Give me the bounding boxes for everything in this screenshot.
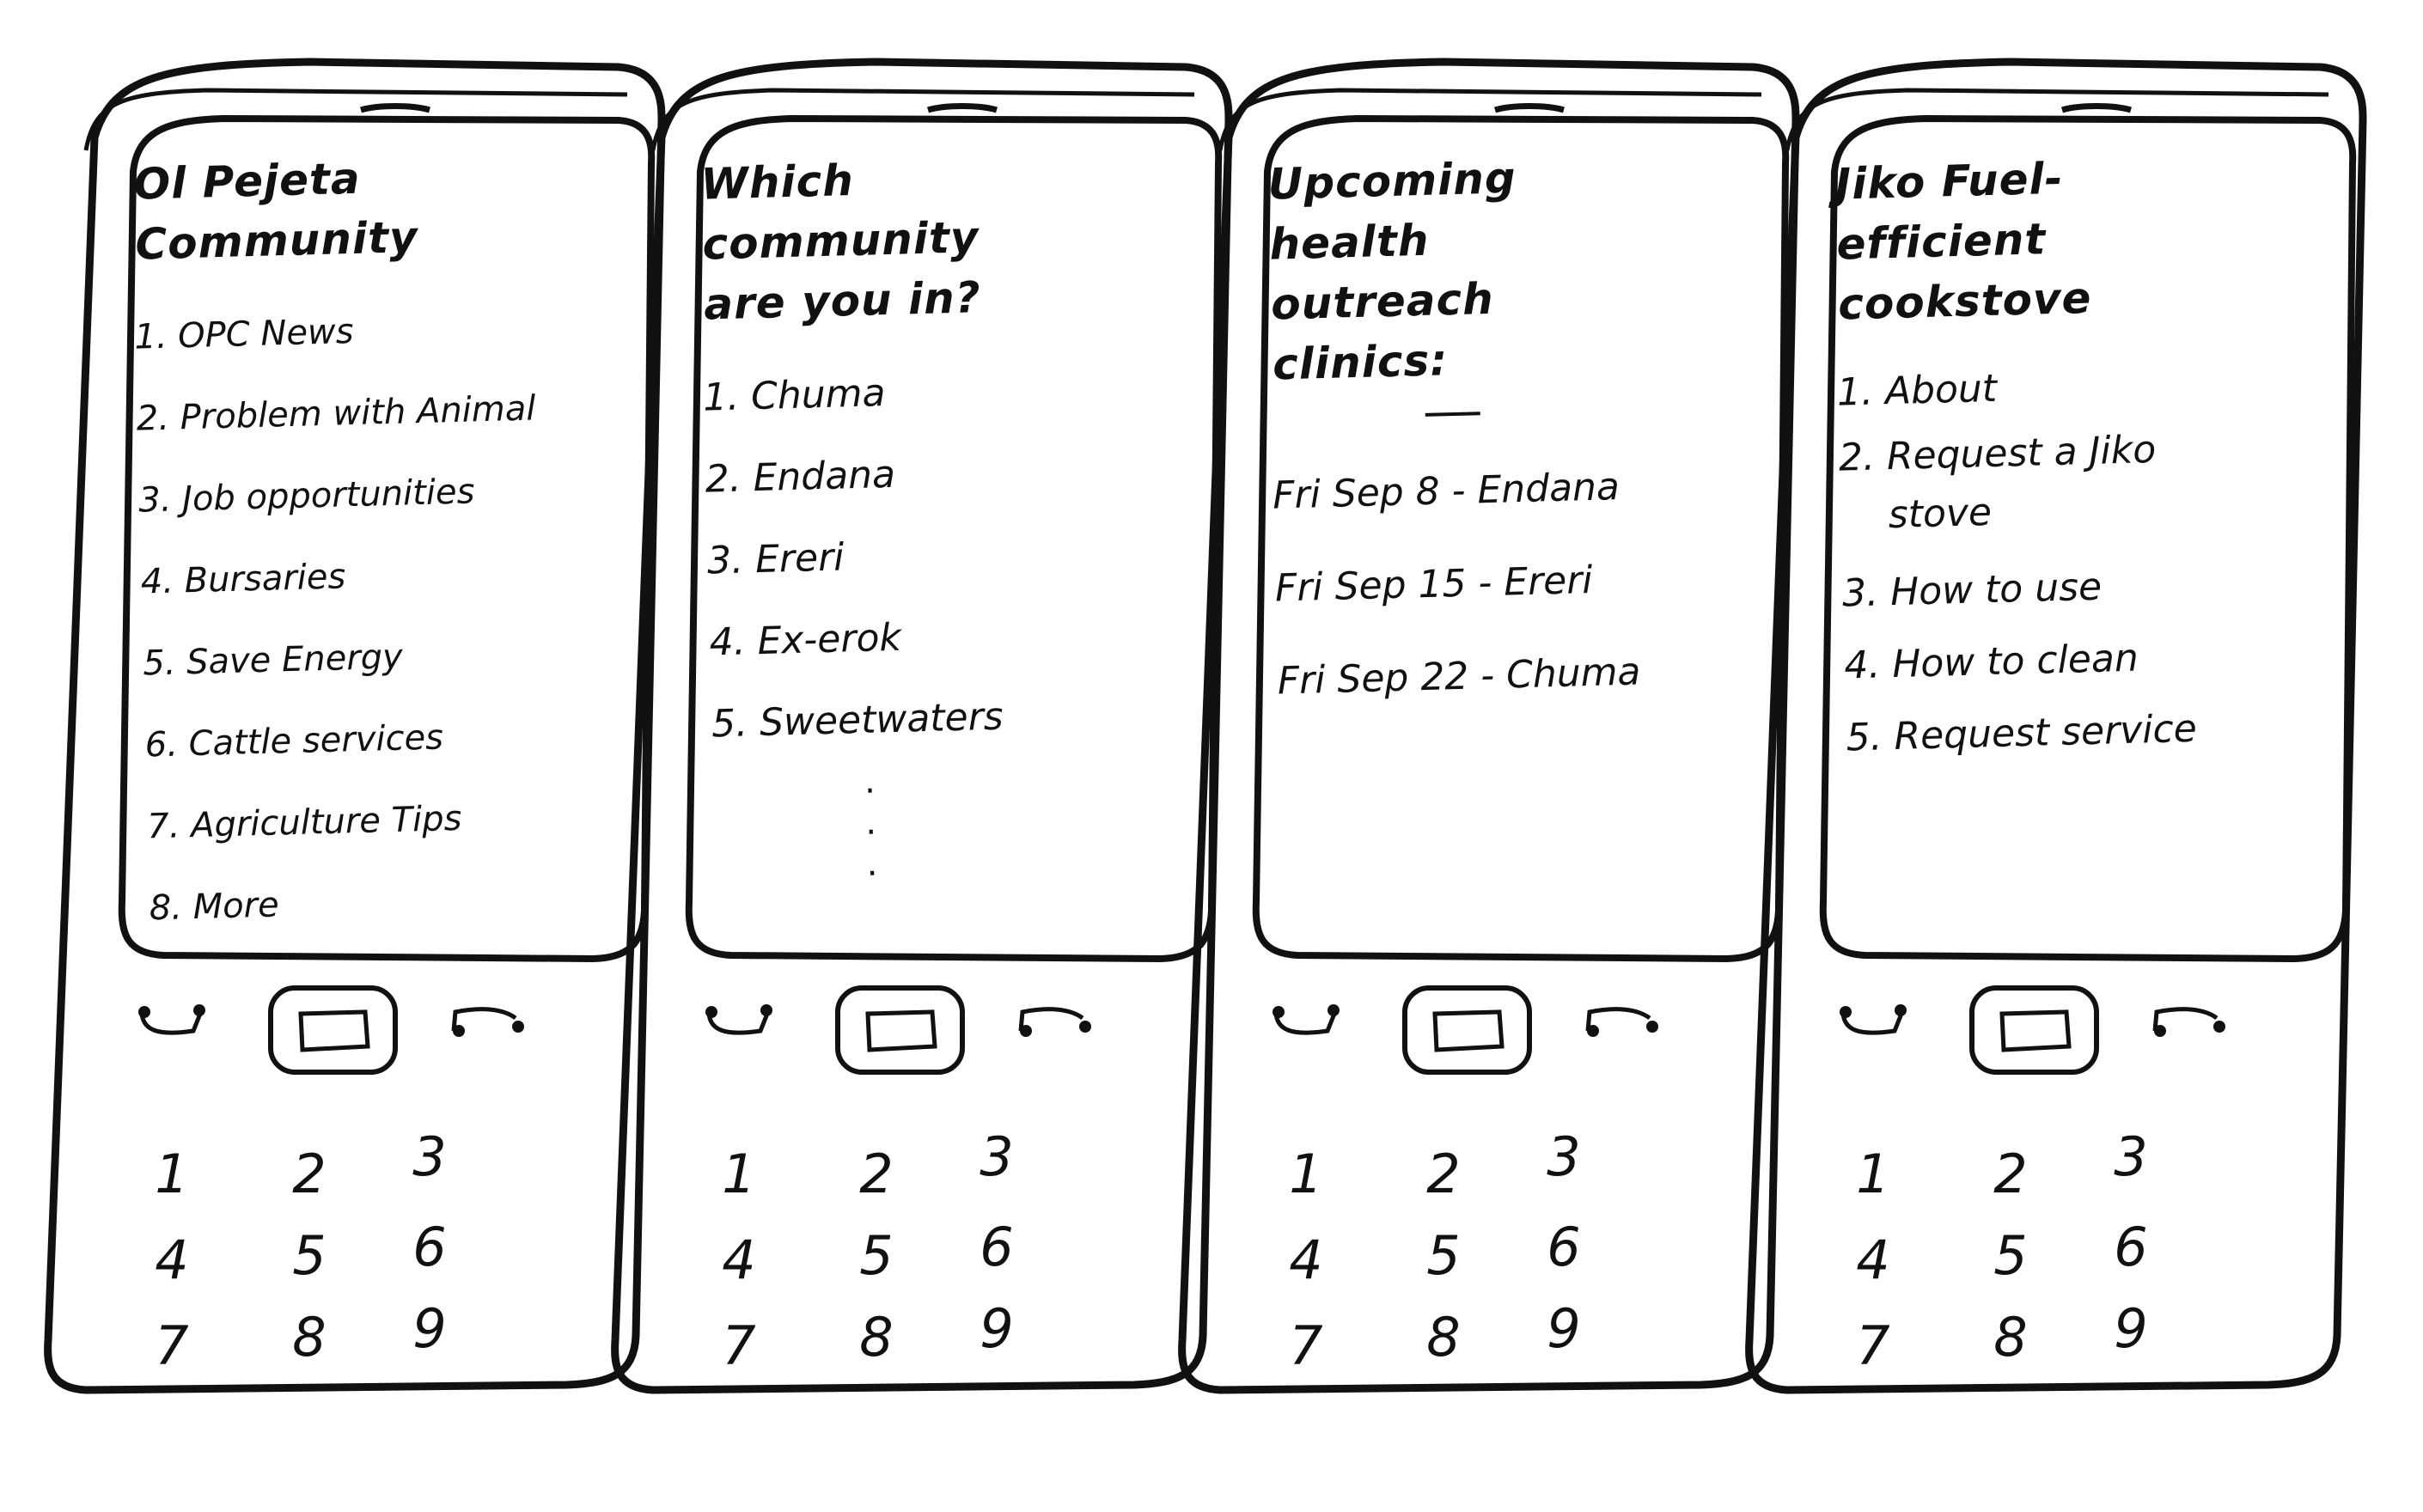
key-9[interactable]: 9	[395, 1297, 464, 1360]
phone-screen: Jiko Fuel-efficient cookstove 1. About 2…	[1822, 119, 2220, 936]
menu-item[interactable]: 2. Endana	[704, 429, 1075, 520]
screen-title: Ol Pejeta Community	[132, 153, 419, 270]
screen-title: Upcoming health outreach clinics:	[1266, 153, 1517, 390]
key-4[interactable]: 4	[1839, 1228, 1907, 1291]
key-2[interactable]: 2	[1976, 1143, 2045, 1205]
key-2[interactable]: 2	[842, 1143, 911, 1205]
key-5[interactable]: 5	[842, 1224, 911, 1287]
menu-item[interactable]: 5. Sweetwaters	[711, 674, 1082, 765]
key-1[interactable]: 1	[137, 1143, 206, 1205]
menu-item[interactable]: 1. About	[1836, 347, 2207, 429]
menu-item[interactable]: 3. Ereri	[706, 510, 1077, 601]
menu-item[interactable]: 5. Request service	[1845, 692, 2216, 774]
phone-screen: Ol Pejeta Community 1. OPC News 2. Probl…	[120, 119, 536, 936]
key-7[interactable]: 7	[137, 1314, 206, 1377]
key-8[interactable]: 8	[1409, 1306, 1478, 1369]
key-6[interactable]: 6	[962, 1216, 1031, 1278]
phone-health-clinics: Upcoming health outreach clinics: Fri Se…	[1178, 0, 1800, 1512]
key-2[interactable]: 2	[1409, 1143, 1478, 1205]
key-4[interactable]: 4	[1272, 1228, 1340, 1291]
key-1[interactable]: 1	[1272, 1143, 1340, 1205]
menu-item[interactable]: 2. Problem with Animal	[136, 369, 536, 460]
key-6[interactable]: 6	[1529, 1216, 1598, 1278]
menu-item[interactable]: 2. Request a Jiko stove	[1838, 419, 2210, 546]
continuation-dot: .	[865, 844, 878, 884]
continuation-dot: .	[864, 802, 877, 843]
menu-item[interactable]: 6. Cattle services	[144, 695, 516, 786]
divider	[1425, 412, 1480, 417]
clinic-item[interactable]: Fri Sep 8 - Endana	[1272, 440, 1644, 542]
menu-item[interactable]: 7. Agriculture Tips	[146, 777, 517, 868]
screen-title: Which community are you in?	[699, 155, 982, 330]
key-3[interactable]: 3	[395, 1125, 464, 1188]
keypad: 1 2 3 4 5 6 7 8 9	[1839, 1125, 2200, 1409]
key-8[interactable]: 8	[275, 1306, 344, 1369]
key-4[interactable]: 4	[137, 1228, 206, 1291]
key-4[interactable]: 4	[705, 1228, 773, 1291]
key-9[interactable]: 9	[1529, 1297, 1598, 1360]
key-9[interactable]: 9	[962, 1297, 1031, 1360]
key-5[interactable]: 5	[1409, 1224, 1478, 1287]
key-6[interactable]: 6	[395, 1216, 464, 1278]
continuation-dot: .	[864, 761, 876, 802]
menu-item[interactable]: 4. Bursaries	[140, 532, 511, 623]
key-8[interactable]: 8	[1976, 1306, 2045, 1369]
key-1[interactable]: 1	[705, 1143, 773, 1205]
keypad: 1 2 3 4 5 6 7 8 9	[137, 1125, 498, 1409]
key-7[interactable]: 7	[705, 1314, 773, 1377]
menu-item[interactable]: 1. OPC News	[133, 287, 504, 378]
key-7[interactable]: 7	[1839, 1314, 1907, 1377]
key-7[interactable]: 7	[1272, 1314, 1340, 1377]
menu-item[interactable]: 3. How to use	[1841, 548, 2212, 630]
key-6[interactable]: 6	[2096, 1216, 2165, 1278]
menu-item[interactable]: 3. Job opportunities	[137, 450, 509, 541]
menu-item[interactable]: 4. Ex-erok	[708, 592, 1079, 683]
phone-screen: Which community are you in? 1. Chuma 2. …	[687, 119, 1086, 936]
key-3[interactable]: 3	[2096, 1125, 2165, 1188]
phone-screen: Upcoming health outreach clinics: Fri Se…	[1254, 119, 1653, 936]
key-5[interactable]: 5	[275, 1224, 344, 1287]
key-5[interactable]: 5	[1976, 1224, 2045, 1287]
menu-item[interactable]: 1. Chuma	[702, 347, 1073, 438]
keypad: 1 2 3 4 5 6 7 8 9	[1272, 1125, 1633, 1409]
key-9[interactable]: 9	[2096, 1297, 2165, 1360]
key-3[interactable]: 3	[962, 1125, 1031, 1188]
key-1[interactable]: 1	[1839, 1143, 1907, 1205]
phone-jiko-cookstove: Jiko Fuel-efficient cookstove 1. About 2…	[1745, 0, 2367, 1512]
key-2[interactable]: 2	[275, 1143, 344, 1205]
sketch-canvas: Ol Pejeta Community 1. OPC News 2. Probl…	[0, 0, 2423, 1512]
key-3[interactable]: 3	[1529, 1125, 1598, 1188]
clinic-item[interactable]: Fri Sep 15 - Ereri	[1274, 533, 1646, 635]
menu-item[interactable]: 5. Save Energy	[142, 613, 513, 704]
clinic-item[interactable]: Fri Sep 22 - Chuma	[1276, 625, 1648, 728]
screen-title: Jiko Fuel-efficient cookstove	[1834, 153, 2093, 330]
keypad: 1 2 3 4 5 6 7 8 9	[705, 1125, 1065, 1409]
menu-item[interactable]: 8. More	[149, 858, 520, 949]
phone-main-menu: Ol Pejeta Community 1. OPC News 2. Probl…	[44, 0, 666, 1512]
key-8[interactable]: 8	[842, 1306, 911, 1369]
phone-community-select: Which community are you in? 1. Chuma 2. …	[611, 0, 1233, 1512]
menu-item[interactable]: 4. How to clean	[1843, 620, 2214, 702]
